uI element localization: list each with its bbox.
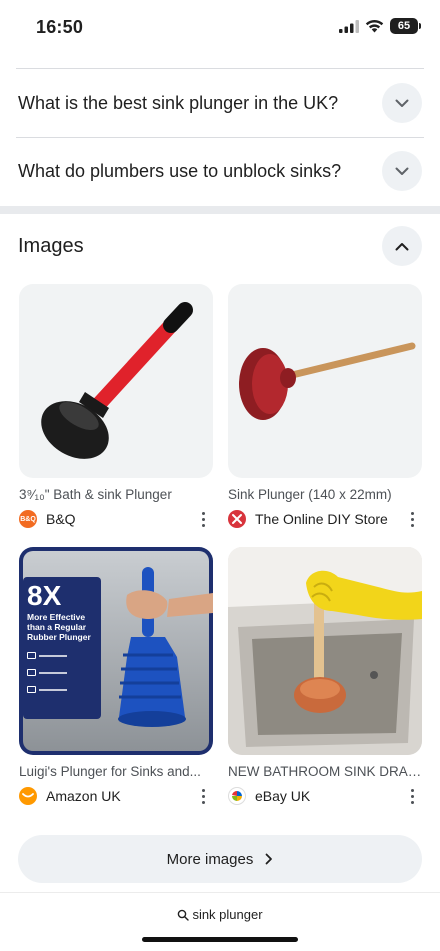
plunger-image: [239, 342, 416, 420]
image-thumbnail[interactable]: 8X More Effective than a Regular Rubber …: [19, 547, 213, 755]
more-options-icon[interactable]: [402, 786, 422, 806]
section-separator: [0, 206, 440, 214]
signal-icon: [339, 19, 359, 33]
image-source[interactable]: Amazon UK: [19, 786, 213, 806]
image-source[interactable]: The Online DIY Store: [228, 509, 422, 529]
image-thumbnail[interactable]: [19, 284, 213, 478]
faq-item[interactable]: What is the best sink plunger in the UK?: [18, 70, 422, 136]
image-caption[interactable]: NEW BATHROOM SINK DRAI...: [228, 764, 422, 779]
faq-item[interactable]: What do plumbers use to unblock sinks?: [18, 138, 422, 204]
expand-button[interactable]: [382, 151, 422, 191]
image-source[interactable]: eBay UK: [228, 786, 422, 806]
images-header[interactable]: Images: [18, 226, 422, 266]
chevron-right-icon: [265, 853, 273, 865]
tools-logo-icon: [228, 510, 246, 528]
chevron-down-icon: [395, 167, 409, 175]
battery-level: 65: [397, 20, 411, 32]
sink-plunger-image: [228, 547, 422, 755]
image-result-card[interactable]: Sink Plunger (140 x 22mm) The Online DIY…: [228, 284, 422, 529]
faq-question: What is the best sink plunger in the UK?: [18, 92, 339, 113]
chevron-down-icon: [395, 99, 409, 107]
more-options-icon[interactable]: [193, 509, 213, 529]
plunger-image: [41, 302, 193, 459]
section-title: Images: [18, 234, 84, 257]
search-query-text: sink plunger: [192, 907, 263, 922]
image-result-card[interactable]: 3⁹⁄₁₀" Bath & sink Plunger B&Q B&Q: [19, 284, 213, 529]
chevron-up-icon: [395, 242, 409, 250]
bq-logo-icon: B&Q: [19, 510, 37, 528]
wifi-icon: [365, 19, 384, 33]
image-source[interactable]: B&Q B&Q: [19, 509, 213, 529]
image-thumbnail[interactable]: [228, 284, 422, 478]
source-name: B&Q: [46, 511, 76, 527]
source-name: Amazon UK: [46, 788, 121, 804]
status-time: 16:50: [36, 17, 84, 37]
image-result-card[interactable]: 8X More Effective than a Regular Rubber …: [19, 547, 213, 806]
image-thumbnail[interactable]: [228, 547, 422, 755]
image-caption[interactable]: Luigi's Plunger for Sinks and...: [19, 764, 213, 779]
battery-icon: 65: [390, 18, 421, 34]
bottom-search-bar[interactable]: sink plunger: [0, 892, 440, 951]
plunger-image: [118, 567, 213, 727]
more-options-icon[interactable]: [402, 509, 422, 529]
source-name: The Online DIY Store: [255, 511, 388, 527]
status-bar: 16:50 65: [0, 0, 440, 56]
search-icon: [178, 909, 190, 921]
image-caption[interactable]: 3⁹⁄₁₀" Bath & sink Plunger: [19, 487, 213, 502]
more-images-label: More images: [166, 850, 254, 868]
more-options-icon[interactable]: [193, 786, 213, 806]
expand-button[interactable]: [382, 83, 422, 123]
image-result-card[interactable]: NEW BATHROOM SINK DRAI... eBay UK: [228, 547, 422, 806]
faq-question: What do plumbers use to unblock sinks?: [18, 160, 342, 181]
image-caption[interactable]: Sink Plunger (140 x 22mm): [228, 487, 422, 502]
collapse-button[interactable]: [382, 226, 422, 266]
amazon-logo-icon: [19, 787, 37, 805]
home-indicator: [142, 937, 298, 942]
source-name: eBay UK: [255, 788, 311, 804]
status-icons: 65: [339, 18, 421, 34]
search-query[interactable]: sink plunger: [0, 907, 440, 922]
divider: [16, 68, 424, 69]
ebay-logo-icon: [228, 787, 246, 805]
more-images-button[interactable]: More images: [18, 835, 422, 883]
